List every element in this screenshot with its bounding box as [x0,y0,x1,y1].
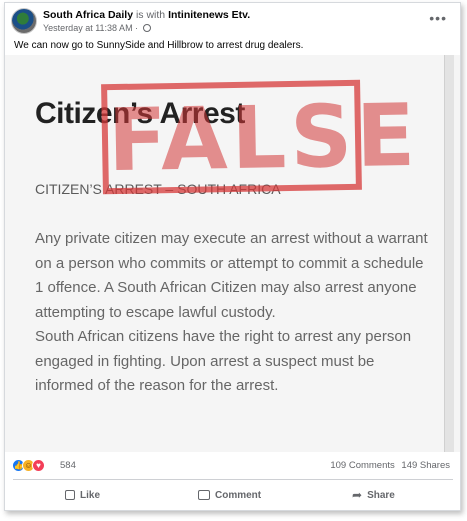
like-label: Like [80,489,101,501]
article-paragraph-2: South African citizens have the right to… [35,328,412,394]
engagement-counts: 109 Comments 149 Shares [326,460,450,471]
share-label: Share [367,489,395,501]
post-text: We can now go to SunnySide and Hillbrow … [14,40,304,51]
with-text: is with [135,9,166,21]
article-body: Any private citizen may execute an arres… [35,227,430,399]
tagged-page[interactable]: Intinitenews Etv. [168,9,250,21]
love-icon: ♥ [32,459,45,472]
comment-button[interactable]: Comment [198,483,261,507]
article-paragraph-1: Any private citizen may execute an arres… [35,230,428,321]
facebook-post-card: South Africa Daily is with Intinitenews … [4,2,461,511]
like-button[interactable]: Like [65,483,100,507]
false-stamp: FALSE [101,79,420,195]
stamp-text: FALSE [107,85,420,192]
comment-label: Comment [215,489,262,501]
post-meta: Yesterday at 11:38 AM · [43,23,151,33]
reaction-count: 584 [60,460,76,471]
comment-icon [198,490,210,500]
shares-count[interactable]: 149 Shares [401,460,450,471]
globe-icon [142,24,151,32]
page-avatar[interactable] [11,8,37,34]
shared-image[interactable]: Citizen’s Arrest CITIZEN’S ARREST – SOUT… [5,55,460,452]
comments-count[interactable]: 109 Comments [330,460,394,471]
post-header: South Africa Daily is with Intinitenews … [11,8,451,38]
more-horizontal-icon[interactable]: ••• [429,10,447,26]
share-icon: ➦ [352,488,363,502]
actions-divider [13,479,453,480]
post-actions: Like Comment ➦ Share [5,483,460,507]
post-stats: 👍 ☺ ♥ 584 109 Comments 149 Shares [5,456,460,478]
poster-line: South Africa Daily is with Intinitenews … [43,9,250,21]
post-timestamp[interactable]: Yesterday at 11:38 AM · [43,23,138,33]
thumbs-up-icon [65,490,75,500]
image-scrollbar [444,55,454,452]
page-name[interactable]: South Africa Daily [43,9,133,21]
share-button[interactable]: ➦ Share [352,483,395,507]
